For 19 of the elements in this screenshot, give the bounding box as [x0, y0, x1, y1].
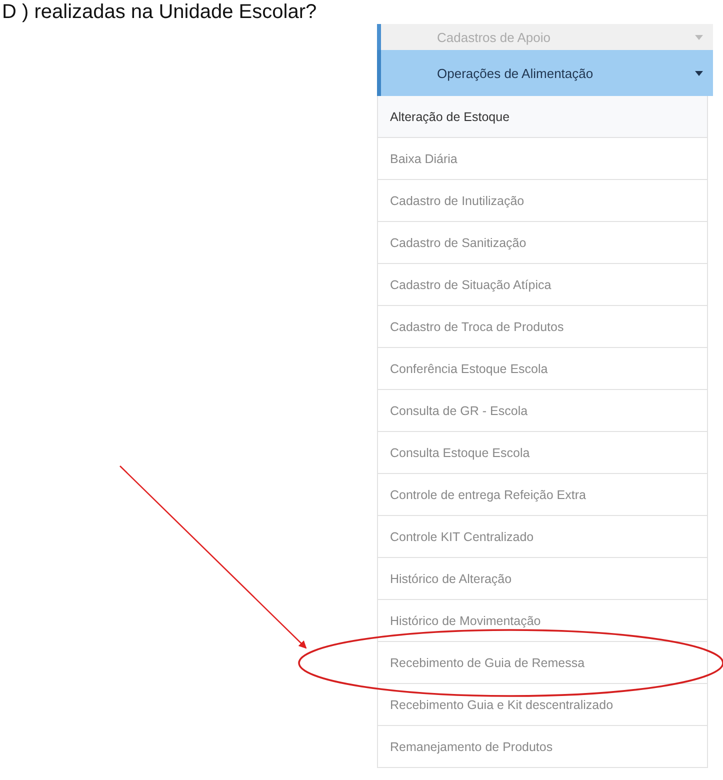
menu-item[interactable]: Consulta Estoque Escola [377, 432, 708, 474]
menu-item[interactable]: Histórico de Alteração [377, 558, 708, 600]
menu-item[interactable]: Alteração de Estoque [377, 96, 708, 138]
menu-item[interactable]: Conferência Estoque Escola [377, 348, 708, 390]
question-text: D ) realizadas na Unidade Escolar? [2, 1, 317, 23]
menu-item[interactable]: Controle KIT Centralizado [377, 516, 708, 558]
menu-item[interactable]: Cadastro de Sanitização [377, 222, 708, 264]
menu-item[interactable]: Consulta de GR - Escola [377, 390, 708, 432]
menu-item[interactable]: Histórico de Movimentação [377, 600, 708, 642]
menu-item[interactable]: Cadastro de Situação Atípica [377, 264, 708, 306]
menu-item[interactable]: Cadastro de Troca de Produtos [377, 306, 708, 348]
menu-item[interactable]: Baixa Diária [377, 138, 708, 180]
menu-item[interactable]: Recebimento de Guia de Remessa [377, 642, 708, 684]
menu-item[interactable]: Cadastro de Inutilização [377, 180, 708, 222]
menu-item[interactable]: Remanejamento de Produtos [377, 726, 708, 768]
menu-section[interactable]: Cadastros de Apoio [377, 24, 713, 50]
menu-item[interactable]: Recebimento Guia e Kit descentralizado [377, 684, 708, 726]
menu-item[interactable]: Controle de entrega Refeição Extra [377, 474, 708, 516]
menu-section[interactable]: Operações de Alimentação [377, 50, 713, 96]
